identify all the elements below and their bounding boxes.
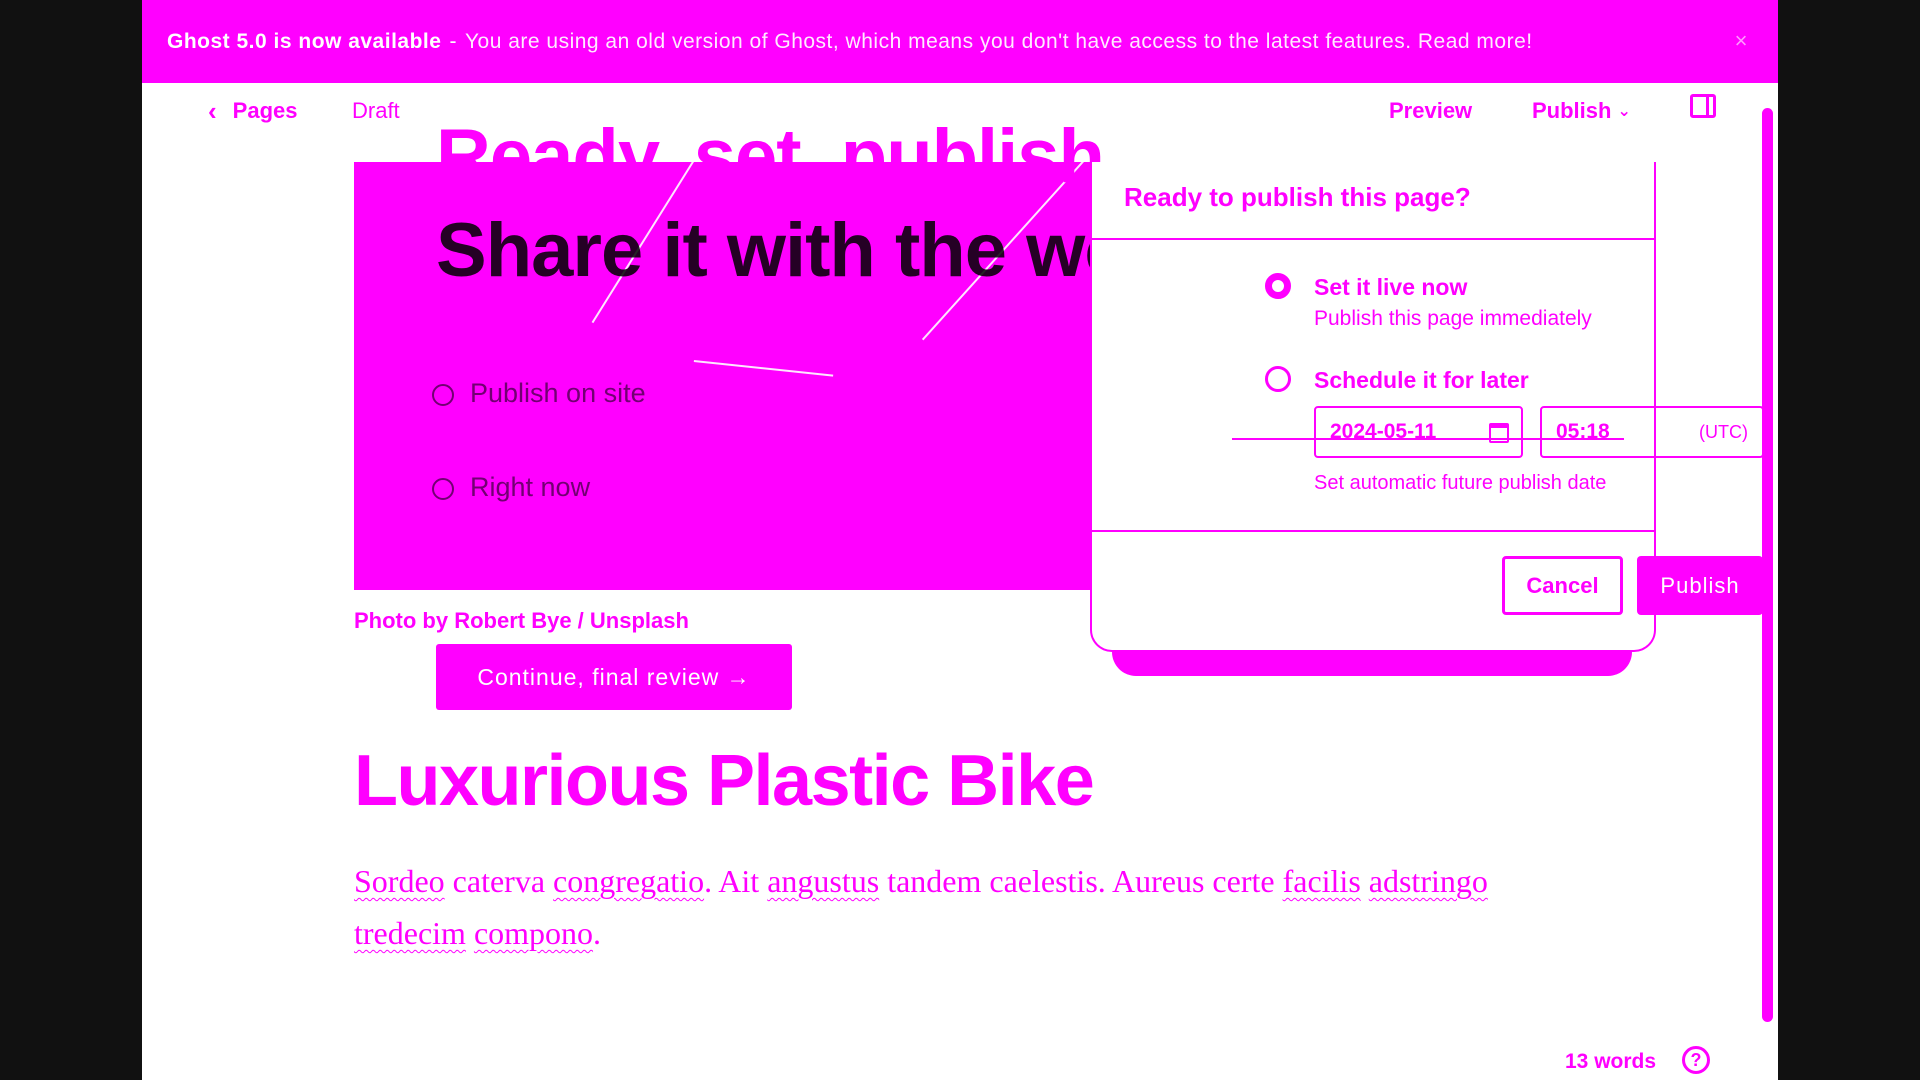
diamond-icon [432, 383, 454, 406]
date-value: 2024-05-11 [1330, 420, 1437, 443]
time-value: 05:18 [1556, 420, 1610, 443]
publish-option-site-label: Publish on site [470, 378, 646, 408]
cancel-button[interactable]: Cancel [1502, 556, 1623, 615]
spellcheck-word[interactable]: facilis [1283, 863, 1361, 899]
spellcheck-word[interactable]: compono [474, 915, 593, 951]
banner-title: Ghost 5.0 is now available [167, 29, 442, 53]
body-text [466, 915, 474, 951]
post-body[interactable]: Sordeo caterva congregatio. Ait angustus… [354, 855, 1554, 959]
spellcheck-word[interactable]: angustus [767, 863, 879, 899]
publish-button[interactable]: Publish [1637, 556, 1763, 615]
continue-final-review-button[interactable]: Continue, final review → [436, 644, 792, 710]
sidebar-toggle-icon[interactable] [1690, 94, 1716, 118]
radio-schedule-later[interactable] [1265, 366, 1291, 392]
body-text: caterva [444, 863, 554, 899]
schedule-time-input[interactable]: 05:18 (UTC) [1540, 406, 1764, 458]
banner-separator: - [449, 29, 457, 53]
word-count: 13 words [1565, 1050, 1657, 1073]
schedule-date-input[interactable]: 2024-05-11 [1314, 406, 1523, 458]
publish-menu-label: Publish [1532, 98, 1612, 123]
post-title[interactable]: Luxurious Plastic Bike [354, 740, 1095, 822]
publish-option-time-label: Right now [470, 472, 591, 502]
spellcheck-word[interactable]: congregatio [553, 863, 704, 899]
timezone-label: (UTC) [1699, 421, 1748, 442]
body-text: . [593, 915, 602, 951]
update-banner[interactable]: Ghost 5.0 is now available - You are usi… [142, 0, 1778, 83]
radio-set-live-now[interactable] [1265, 273, 1291, 299]
schedule-hint: Set automatic future publish date [1314, 472, 1607, 494]
spellcheck-word[interactable]: adstringo [1369, 863, 1488, 899]
popover-shadow [1112, 648, 1632, 676]
image-line [693, 360, 834, 377]
spellcheck-word[interactable]: Sordeo [354, 863, 445, 899]
clock-icon [432, 477, 454, 500]
body-text: tandem caelestis. Aureus certe [879, 863, 1283, 899]
help-icon[interactable]: ? [1682, 1046, 1710, 1074]
publish-menu-button[interactable]: Publish ⌄ [1532, 96, 1631, 126]
body-text [1361, 863, 1369, 899]
scrollbar[interactable] [1762, 108, 1773, 1022]
divider [1232, 438, 1624, 440]
close-icon[interactable]: × [1735, 28, 1748, 54]
back-label: Pages [232, 98, 298, 123]
photo-credit[interactable]: Photo by Robert Bye / Unsplash [354, 608, 689, 634]
editor-window: Ghost 5.0 is now available - You are usi… [142, 0, 1778, 1080]
popover-title: Ready to publish this page? [1124, 182, 1471, 212]
preview-button[interactable]: Preview [1389, 96, 1472, 126]
divider [1090, 238, 1656, 240]
divider [1090, 530, 1656, 532]
option-later-label[interactable]: Schedule it for later [1314, 367, 1529, 394]
back-to-pages-link[interactable]: ‹ Pages [208, 96, 298, 126]
chevron-down-icon: ⌄ [1617, 103, 1631, 120]
banner-message[interactable]: You are using an old version of Ghost, w… [465, 30, 1533, 54]
body-text: . Ait [704, 863, 768, 899]
publish-option-time[interactable]: Right now [432, 472, 590, 503]
calendar-icon[interactable] [1489, 423, 1509, 443]
spellcheck-word[interactable]: tredecim [354, 915, 466, 951]
publish-option-site[interactable]: Publish on site [432, 378, 646, 409]
option-now-description: Publish this page immediately [1314, 307, 1592, 330]
chevron-left-icon: ‹ [208, 96, 217, 126]
option-now-label[interactable]: Set it live now [1314, 274, 1467, 301]
post-status: Draft [352, 98, 400, 123]
